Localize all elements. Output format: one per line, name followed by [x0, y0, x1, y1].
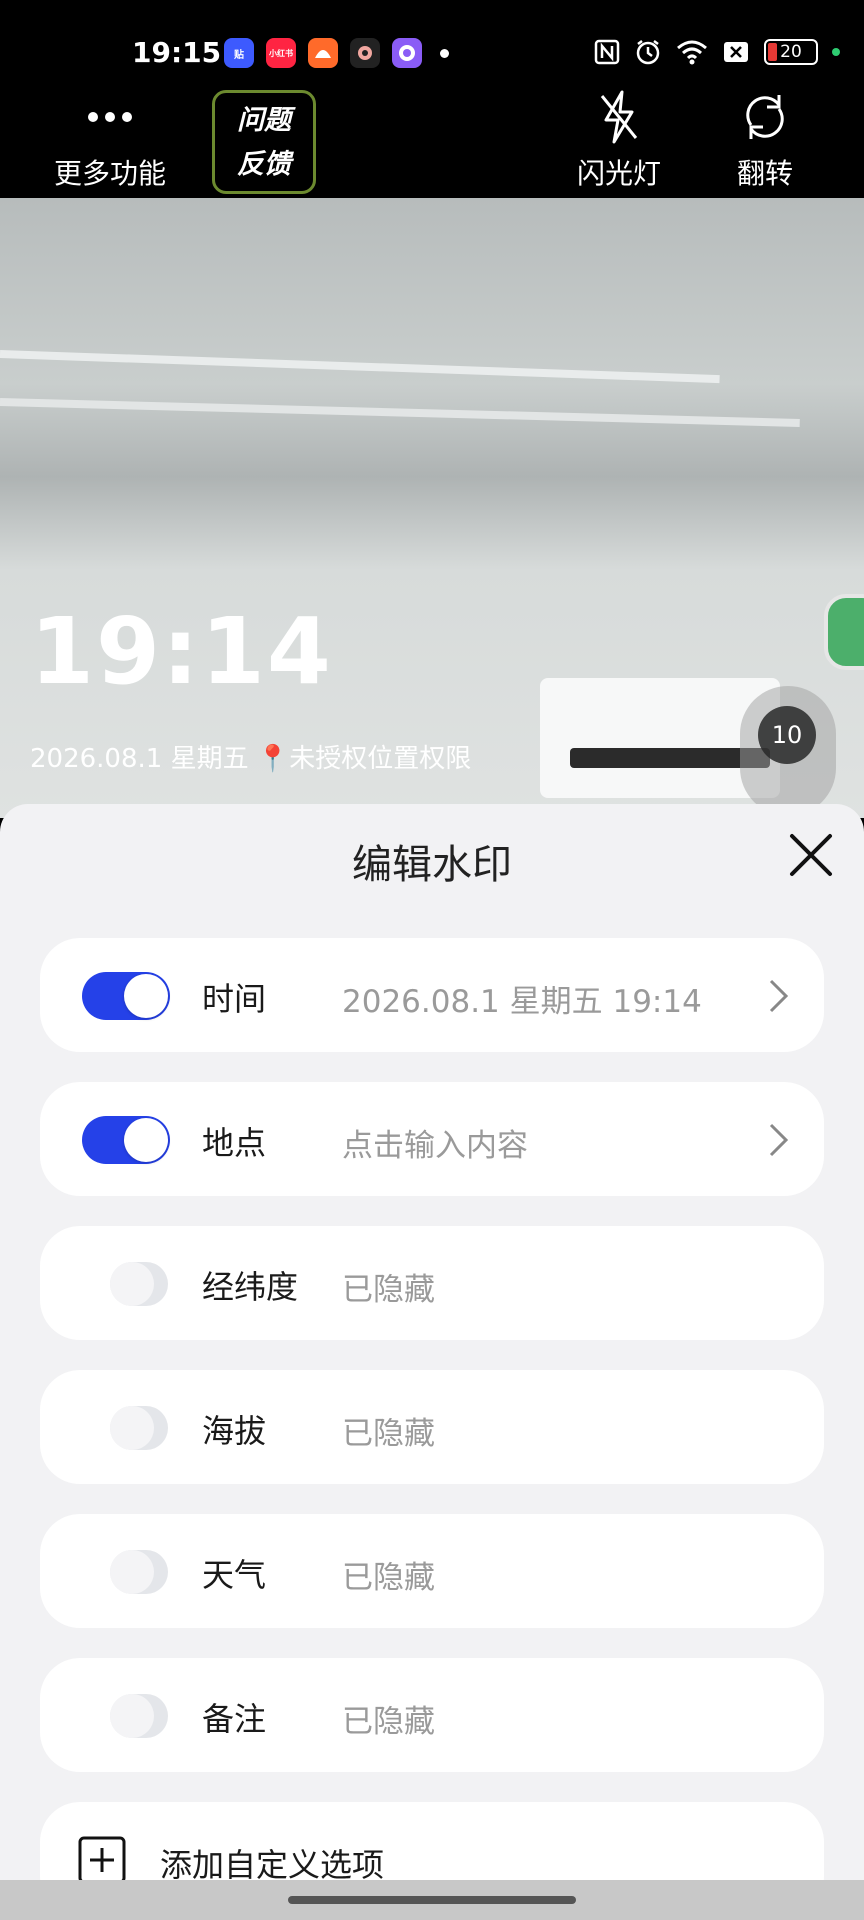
edit-watermark-sheet: 编辑水印 时间 2026.08.1 星期五 19:14 地点 点击输入内容 经纬度 已隐藏… [0, 804, 864, 1916]
location-value: 点击输入内容 [342, 1128, 528, 1164]
watermark-row-weather[interactable]: 天气 已隐藏 [40, 1514, 824, 1628]
more-notifications-dot [440, 48, 449, 58]
no-sim-icon [724, 42, 748, 62]
watermark-date-location: 2026.08.1 星期五 📍未授权位置权限 [30, 744, 472, 774]
flash-button[interactable]: 闪光灯 [564, 90, 674, 192]
location-toggle[interactable] [82, 1116, 170, 1164]
time-toggle[interactable] [82, 972, 170, 1020]
notes-label: 备注 [202, 1700, 267, 1738]
sheet-title: 编辑水印 [352, 842, 512, 888]
chevron-right-icon [769, 979, 789, 1013]
ceiling-molding [0, 350, 720, 384]
coordinates-label: 经纬度 [202, 1268, 299, 1306]
battery-level: 20 [780, 42, 802, 62]
xiaohongshu-app-icon: 小红书 [266, 38, 296, 68]
camera-toolbar: 更多功能 闪光灯 翻转 [0, 90, 864, 198]
wifi-icon [677, 40, 707, 65]
watermark-row-location[interactable]: 地点 点击输入内容 [40, 1082, 824, 1196]
flash-label: 闪光灯 [576, 157, 661, 190]
nfc-icon [594, 39, 620, 65]
more-dots-icon [40, 92, 180, 142]
flip-camera-icon [710, 92, 820, 142]
weather-toggle[interactable] [82, 1548, 170, 1596]
watermark-row-time[interactable]: 时间 2026.08.1 星期五 19:14 [40, 938, 824, 1052]
altitude-label: 海拔 [202, 1412, 267, 1450]
chevron-right-icon [769, 1123, 789, 1157]
watermark-row-altitude[interactable]: 海拔 已隐藏 [40, 1370, 824, 1484]
more-functions-button[interactable]: 更多功能 [40, 92, 180, 192]
feedback-label-line2: 反馈 [237, 149, 291, 180]
add-square-icon [78, 1836, 126, 1884]
weather-value: 已隐藏 [342, 1560, 435, 1596]
location-label: 地点 [202, 1124, 267, 1162]
flash-off-icon [564, 90, 674, 144]
coordinates-toggle[interactable] [82, 1260, 170, 1308]
system-icons: 20 [594, 38, 840, 66]
feedback-button[interactable]: 问题 反馈 [212, 90, 316, 194]
home-indicator[interactable] [288, 1896, 576, 1904]
side-tool-tab[interactable] [824, 594, 864, 670]
camera-app-icon [350, 38, 380, 68]
watermark-row-notes[interactable]: 备注 已隐藏 [40, 1658, 824, 1772]
altitude-value: 已隐藏 [342, 1416, 435, 1452]
flip-camera-button[interactable]: 翻转 [710, 92, 820, 192]
watermark-row-coordinates[interactable]: 经纬度 已隐藏 [40, 1226, 824, 1340]
altitude-toggle[interactable] [82, 1404, 170, 1452]
flip-label: 翻转 [736, 157, 793, 190]
zoom-level-button[interactable]: 10 [758, 706, 816, 764]
alarm-icon [636, 40, 660, 65]
status-bar: 19:15 贴 小红书 20 [0, 0, 864, 92]
time-value: 2026.08.1 星期五 19:14 [342, 984, 702, 1020]
camera-preview[interactable]: 19:14 2026.08.1 星期五 📍未授权位置权限 10 [0, 198, 864, 818]
status-time: 19:15 [132, 36, 222, 69]
coordinates-value: 已隐藏 [342, 1272, 435, 1308]
time-label: 时间 [202, 980, 267, 1018]
battery-indicator: 20 [764, 39, 818, 65]
close-icon[interactable] [788, 832, 834, 878]
notification-app-icons: 贴 小红书 [224, 38, 449, 68]
notes-toggle[interactable] [82, 1692, 170, 1740]
meituan-app-icon [308, 38, 338, 68]
assistant-app-icon [392, 38, 422, 68]
watermark-time: 19:14 [30, 598, 333, 705]
ceiling-molding [0, 398, 800, 427]
weather-label: 天气 [202, 1556, 267, 1594]
tieba-app-icon: 贴 [224, 38, 254, 68]
feedback-label-line1: 问题 [237, 105, 291, 136]
privacy-indicator-dot [832, 48, 840, 56]
notes-value: 已隐藏 [342, 1704, 435, 1740]
more-functions-label: 更多功能 [53, 157, 166, 190]
